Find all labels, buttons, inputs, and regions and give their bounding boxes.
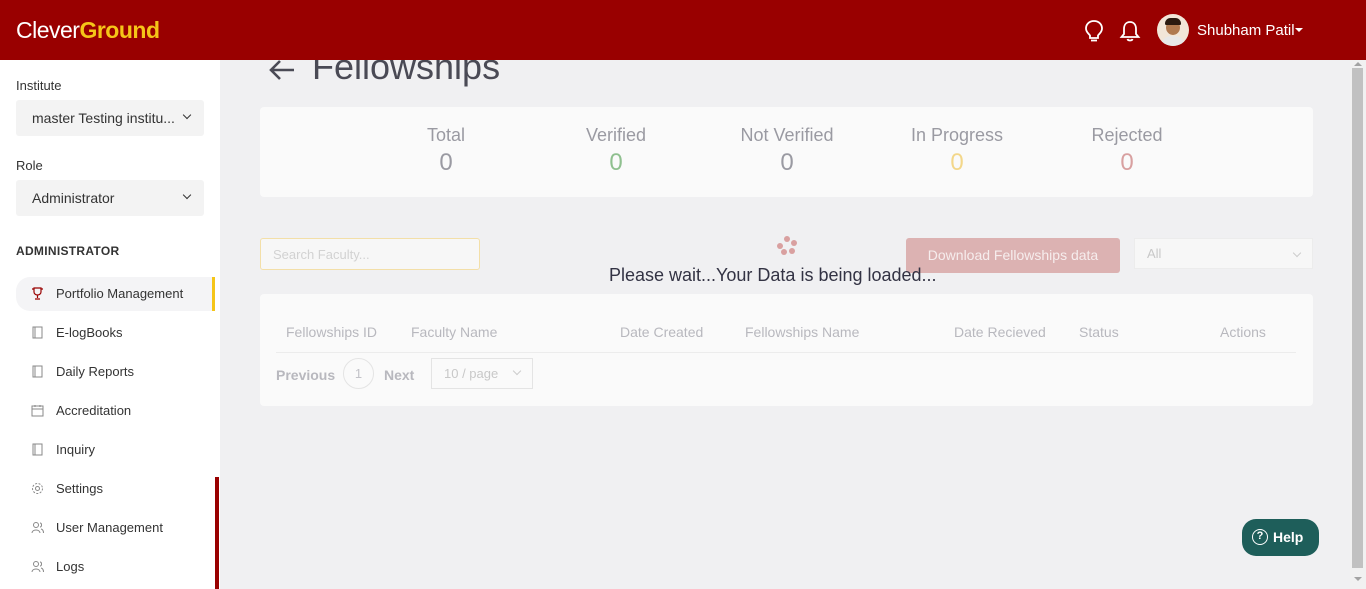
scroll-up-icon[interactable] xyxy=(1354,62,1362,66)
institute-select[interactable]: master Testing institu... xyxy=(16,100,204,136)
column-header[interactable]: Date Created xyxy=(620,324,703,340)
sidebar-item-daily-reports[interactable]: Daily Reports xyxy=(16,355,215,389)
sidebar-item-portfolio-management[interactable]: Portfolio Management xyxy=(16,277,215,311)
question-icon: ? xyxy=(1252,529,1268,545)
sidebar-item-user-management[interactable]: User Management xyxy=(16,511,215,545)
caret-down-icon[interactable] xyxy=(1295,28,1303,32)
column-header[interactable]: Faculty Name xyxy=(411,324,497,340)
role-label: Role xyxy=(16,158,43,173)
main-content: Fellowships Total 0 Verified 0 Not Verif… xyxy=(220,60,1350,589)
sidebar-item-accreditation[interactable]: Accreditation xyxy=(16,394,215,428)
help-button[interactable]: ? Help xyxy=(1242,519,1319,556)
download-fellowships-button[interactable]: Download Fellowships data xyxy=(906,238,1120,273)
stat-total: Total 0 xyxy=(426,125,466,176)
sidebar-section-title: ADMINISTRATOR xyxy=(16,244,120,258)
fellowships-table: Fellowships ID Faculty Name Date Created… xyxy=(260,294,1313,406)
book-icon xyxy=(32,443,43,456)
book-icon xyxy=(32,326,43,339)
chevron-down-icon xyxy=(182,190,192,200)
search-faculty-input[interactable]: Search Faculty... xyxy=(260,238,480,270)
bell-icon[interactable] xyxy=(1119,19,1141,43)
loading-message: Please wait...Your Data is being loaded.… xyxy=(609,265,937,285)
gear-icon xyxy=(32,483,43,494)
scroll-down-icon[interactable] xyxy=(1354,577,1362,581)
scroll-thumb[interactable] xyxy=(1352,68,1363,568)
sidebar: Institute master Testing institu... Role… xyxy=(0,60,220,589)
top-navbar: CleverGround Shubham Patil xyxy=(0,0,1366,60)
pagination-page-1[interactable]: 1 xyxy=(343,358,374,389)
institute-label: Institute xyxy=(16,78,62,93)
status-filter-select[interactable]: All xyxy=(1134,238,1313,269)
column-header[interactable]: Fellowships ID xyxy=(286,324,377,340)
stat-not-verified: Not Verified 0 xyxy=(740,125,834,176)
avatar[interactable] xyxy=(1157,14,1189,46)
clever-ground-logo[interactable]: CleverGround xyxy=(16,16,160,44)
users-icon xyxy=(31,522,44,534)
pagination-previous[interactable]: Previous xyxy=(276,367,335,383)
sidebar-item-settings[interactable]: Settings xyxy=(16,472,215,506)
stats-card: Total 0 Verified 0 Not Verified 0 In Pro… xyxy=(260,107,1313,197)
page-title: Fellowships xyxy=(312,60,501,87)
pagination-next[interactable]: Next xyxy=(384,367,414,383)
page-size-select[interactable]: 10 / page xyxy=(431,358,533,389)
users-icon xyxy=(31,561,44,573)
trophy-icon xyxy=(32,287,43,300)
column-header[interactable]: Status xyxy=(1079,324,1119,340)
sidebar-scrollbar[interactable] xyxy=(215,477,219,589)
divider xyxy=(276,352,1296,353)
calendar-icon xyxy=(31,405,44,417)
loading-spinner-icon xyxy=(776,236,798,258)
lightbulb-icon[interactable] xyxy=(1083,19,1105,43)
stat-rejected: Rejected 0 xyxy=(1091,125,1163,176)
sidebar-item-e-logbooks[interactable]: E-logBooks xyxy=(16,316,215,350)
role-select[interactable]: Administrator xyxy=(16,180,204,216)
book-icon xyxy=(32,365,43,378)
column-header[interactable]: Actions xyxy=(1220,324,1266,340)
chevron-down-icon xyxy=(1292,248,1302,258)
user-name[interactable]: Shubham Patil xyxy=(1197,22,1295,40)
page-scrollbar[interactable] xyxy=(1350,60,1366,589)
back-arrow-icon[interactable] xyxy=(268,60,296,80)
column-header[interactable]: Date Recieved xyxy=(954,324,1046,340)
chevron-down-icon xyxy=(512,366,522,376)
stat-in-progress: In Progress 0 xyxy=(910,125,1004,176)
stat-verified: Verified 0 xyxy=(585,125,647,176)
sidebar-item-inquiry[interactable]: Inquiry xyxy=(16,433,215,467)
chevron-down-icon xyxy=(182,110,192,120)
column-header[interactable]: Fellowships Name xyxy=(745,324,859,340)
sidebar-item-logs[interactable]: Logs xyxy=(16,550,215,584)
